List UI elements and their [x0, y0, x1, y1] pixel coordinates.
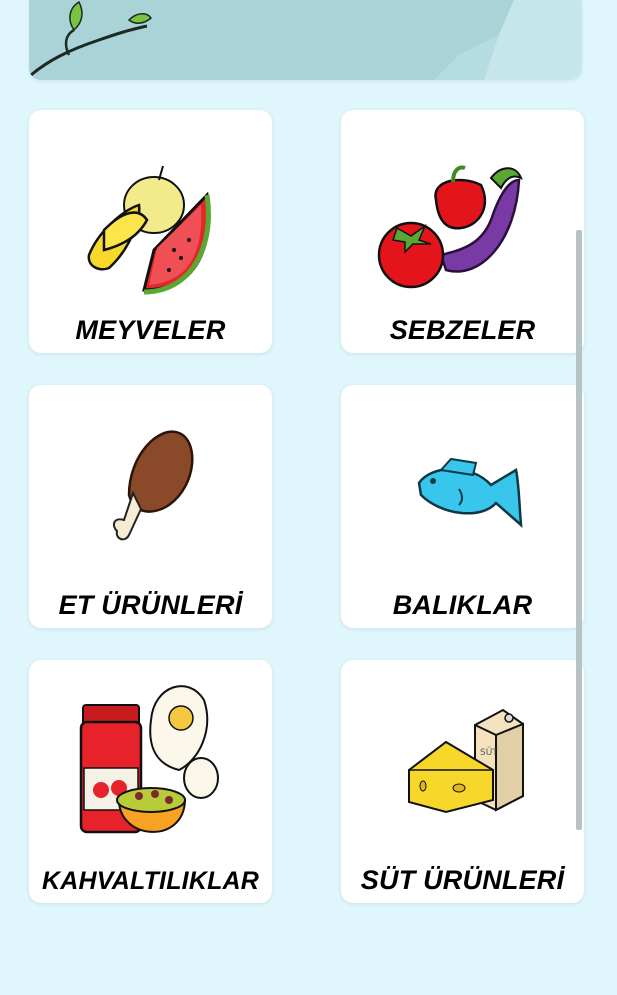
category-label: KAHVALTILIKLAR: [41, 867, 260, 895]
category-card-vegetables[interactable]: SEBZELER: [341, 110, 584, 353]
category-card-meat[interactable]: ET ÜRÜNLERİ: [29, 385, 272, 628]
category-label: ET ÜRÜNLERİ: [58, 590, 243, 620]
dairy-icon: SÜT: [408, 708, 524, 814]
meat-icon: [112, 430, 194, 541]
fish-icon: [417, 457, 523, 528]
category-label: MEYVELER: [75, 315, 226, 345]
vegetables-icon: [377, 165, 523, 289]
category-card-dairy[interactable]: SÜT SÜT ÜRÜNLERİ: [341, 660, 584, 903]
category-label: SÜT ÜRÜNLERİ: [360, 865, 565, 895]
category-card-fruits[interactable]: MEYVELER: [29, 110, 272, 353]
dairy-carton-text: SÜT: [480, 747, 498, 758]
category-label: BALIKLAR: [392, 590, 533, 620]
fruits-icon: [87, 165, 211, 295]
branch-banner-image: [29, 0, 582, 80]
category-card-fish[interactable]: BALIKLAR: [341, 385, 584, 628]
scrollbar[interactable]: [576, 230, 582, 830]
category-label: SEBZELER: [389, 315, 536, 345]
breakfast-icon: [79, 685, 219, 834]
header-banner: [29, 0, 582, 80]
category-card-breakfast[interactable]: KAHVALTILIKLAR: [29, 660, 272, 903]
app-screen: MEYVELER SEBZELER ET ÜRÜNLERİ BALIKLAR K…: [0, 0, 617, 995]
